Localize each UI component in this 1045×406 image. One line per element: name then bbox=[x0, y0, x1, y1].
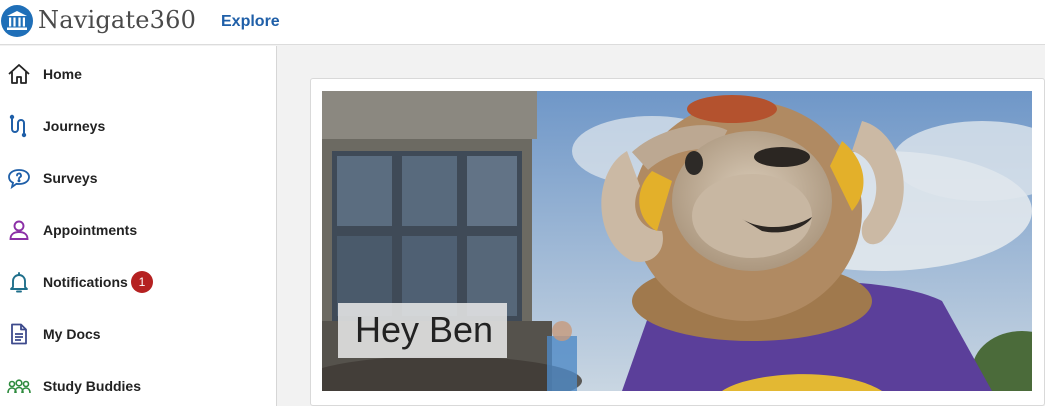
sidebar-item-surveys[interactable]: Surveys bbox=[0, 151, 276, 203]
sidebar-item-label: Journeys bbox=[43, 118, 106, 134]
study-buddies-icon bbox=[7, 374, 31, 398]
sidebar-item-label: Notifications bbox=[43, 274, 128, 290]
notification-count-badge: 1 bbox=[131, 271, 153, 293]
sidebar-item-notifications[interactable]: Notifications 1 bbox=[0, 255, 276, 307]
sidebar-item-study-buddies[interactable]: Study Buddies bbox=[0, 359, 276, 406]
sidebar-item-label: Study Buddies bbox=[43, 378, 142, 394]
sidebar-item-home[interactable]: Home bbox=[0, 47, 276, 99]
greeting-banner: Hey Ben bbox=[338, 303, 507, 358]
app-title: Navigate360 bbox=[38, 6, 197, 34]
home-icon bbox=[7, 62, 31, 86]
sidebar-item-appointments[interactable]: Appointments bbox=[0, 203, 276, 255]
sidebar-item-label: Home bbox=[43, 66, 82, 82]
sidebar-nav: Home Journeys Surveys Appointments Notif… bbox=[0, 46, 277, 406]
sidebar-item-journeys[interactable]: Journeys bbox=[0, 99, 276, 151]
sidebar-item-label: Appointments bbox=[43, 222, 138, 238]
sidebar-item-label: Surveys bbox=[43, 170, 98, 186]
surveys-icon bbox=[7, 166, 31, 190]
welcome-card: Hey Ben bbox=[310, 78, 1045, 406]
greeting-text: Hey Ben bbox=[355, 309, 494, 350]
top-bar: Navigate360 Explore bbox=[0, 0, 1045, 45]
explore-link[interactable]: Explore bbox=[221, 13, 280, 31]
bell-icon bbox=[7, 270, 31, 294]
document-icon bbox=[7, 322, 31, 346]
navigate360-logo-icon[interactable] bbox=[1, 5, 33, 37]
ram-mascot-photo: Hey Ben bbox=[322, 91, 1032, 391]
sidebar-item-label: My Docs bbox=[43, 326, 101, 342]
person-icon bbox=[7, 218, 31, 242]
journeys-icon bbox=[7, 114, 31, 138]
sidebar-item-my-docs[interactable]: My Docs bbox=[0, 307, 276, 359]
